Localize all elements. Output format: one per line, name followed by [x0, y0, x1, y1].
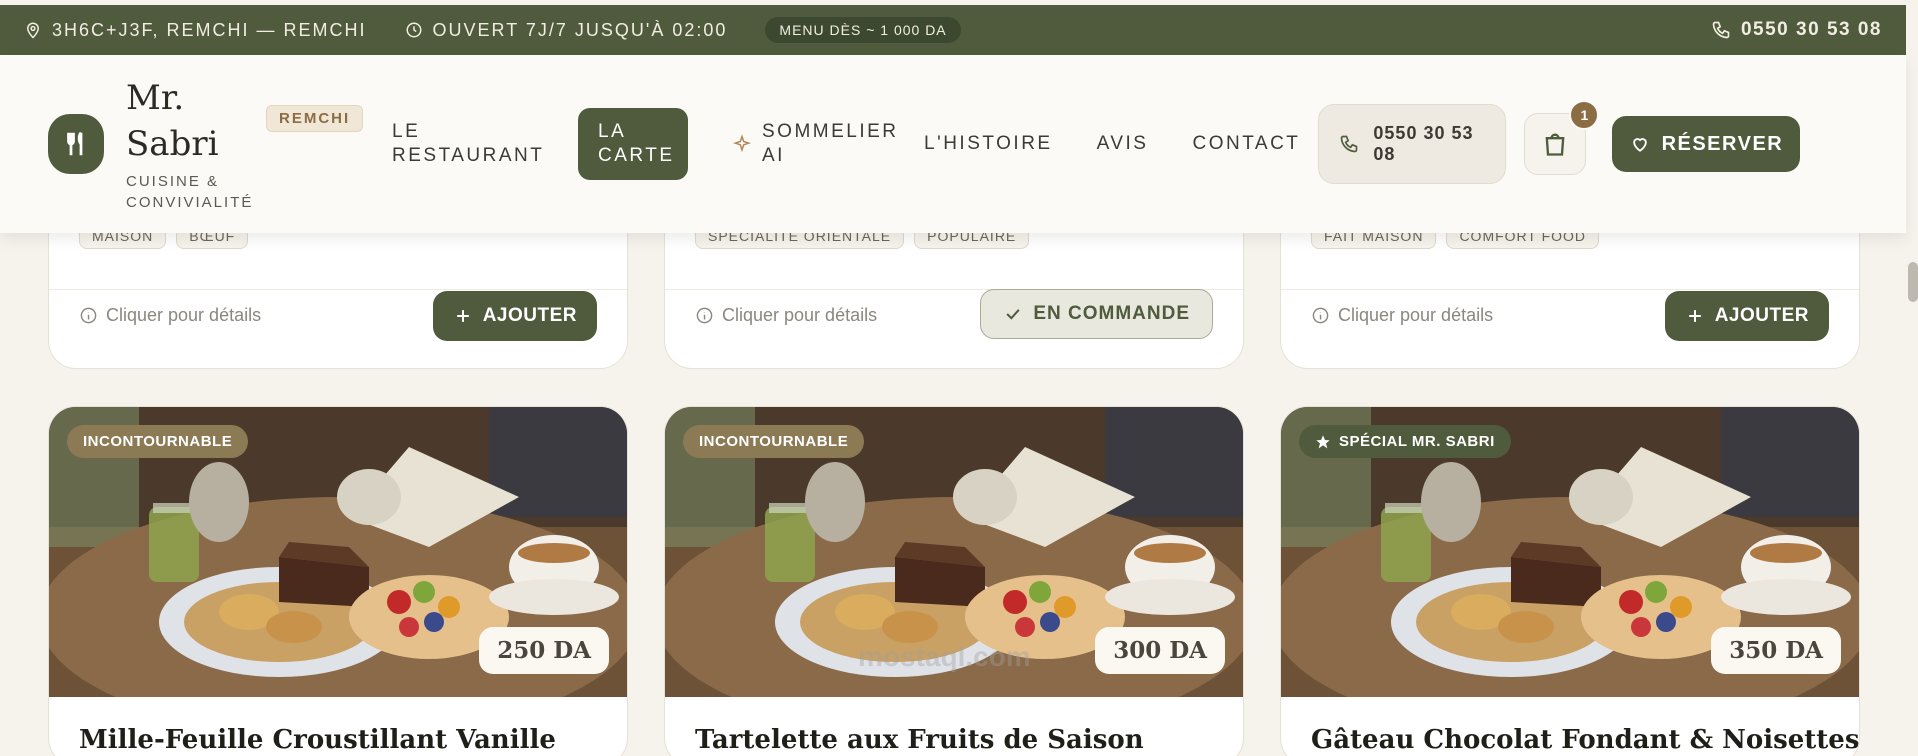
scrollbar-thumb[interactable] — [1908, 262, 1918, 302]
dessert-price: 300 DA — [1095, 627, 1225, 674]
card-divider — [1281, 289, 1859, 290]
top-info-bar: 3H6C+J3F, REMCHI — REMCHI OUVERT 7J/7 JU… — [0, 5, 1906, 55]
cart-count-badge: 1 — [1569, 100, 1600, 130]
main-header: Mr. Sabri CUISINE & CONVIVIALITÉ REMCHI … — [0, 55, 1906, 233]
clock-icon — [406, 22, 422, 38]
logo-name: Mr. Sabri — [126, 78, 219, 164]
location-tag: REMCHI — [266, 105, 364, 132]
card-divider — [49, 289, 627, 290]
dessert-title: Gâteau Chocolat Fondant & Noisettes — [1311, 725, 1860, 755]
info-icon — [80, 307, 97, 324]
reserve-label: RÉSERVER — [1661, 132, 1784, 155]
logo-subtitle: CUISINE & CONVIVIALITÉ — [126, 173, 254, 211]
dessert-card[interactable]: INCONTOURNABLE 300 DA Tartelette aux Fru… — [664, 406, 1244, 756]
dessert-title: Mille-Feuille Croustillant Vanille — [79, 725, 556, 755]
dessert-badge: INCONTOURNABLE — [683, 425, 865, 458]
header-phone-button[interactable]: 0550 30 53 08 — [1318, 104, 1507, 184]
details-link[interactable]: Cliquer pour détails — [1311, 305, 1493, 326]
header-phone-text: 0550 30 53 08 — [1373, 123, 1474, 164]
dessert-badge-label: SPÉCIAL MR. SABRI — [1339, 433, 1495, 450]
menu-price-badge: MENU DÈS ~ 1 000 DA — [765, 17, 961, 43]
phone-icon — [1712, 21, 1730, 39]
in-order-label: EN COMMANDE — [1033, 303, 1190, 324]
in-order-button[interactable]: EN COMMANDE — [980, 289, 1213, 339]
fork-knife-icon — [67, 131, 83, 156]
watermark: mostaql.com — [858, 641, 1031, 672]
topbar-phone-text: 0550 30 53 08 — [1740, 19, 1882, 40]
plus-icon — [1688, 310, 1701, 322]
address-text: 3H6C+J3F, REMCHI — REMCHI — [52, 19, 367, 40]
plus-icon — [456, 310, 469, 322]
details-link[interactable]: Cliquer pour détails — [79, 305, 261, 326]
dessert-badge: INCONTOURNABLE — [67, 425, 249, 458]
shopping-bag-icon — [1545, 133, 1565, 156]
logo[interactable]: Mr. Sabri CUISINE & CONVIVIALITÉ REMCHI — [126, 75, 364, 213]
details-text: Cliquer pour détails — [106, 305, 262, 325]
nav-histoire[interactable]: L'HISTOIRE — [924, 132, 1053, 156]
add-label: AJOUTER — [1714, 305, 1809, 326]
star-icon — [1316, 434, 1330, 448]
map-pin-icon — [26, 22, 40, 39]
nav-le-restaurant[interactable]: LE RESTAURANT — [392, 120, 542, 168]
nav-la-carte[interactable]: LA CARTE — [578, 108, 688, 180]
dessert-card[interactable]: INCONTOURNABLE 250 DA Mille-Feuille Crou… — [48, 406, 628, 756]
details-text: Cliquer pour détails — [722, 305, 878, 325]
details-link[interactable]: Cliquer pour détails — [695, 305, 877, 326]
sparkle-icon — [732, 134, 752, 153]
nav-contact[interactable]: CONTACT — [1192, 132, 1300, 156]
nav-sommelier-label: SOMMELIER AI — [762, 121, 899, 166]
hours-text: OUVERT 7J/7 JUSQU'À 02:00 — [432, 19, 728, 40]
logo-badge[interactable] — [48, 114, 104, 174]
add-to-order-button[interactable]: AJOUTER — [432, 291, 597, 341]
check-icon — [1006, 309, 1020, 320]
nav-sommelier-ai[interactable]: SOMMELIER AI — [732, 120, 899, 168]
phone-icon — [1341, 135, 1358, 153]
details-text: Cliquer pour détails — [1338, 305, 1494, 325]
reserve-button[interactable]: RÉSERVER — [1612, 116, 1801, 172]
info-icon — [696, 307, 713, 324]
dessert-title: Tartelette aux Fruits de Saison — [695, 725, 1144, 755]
dessert-price: 350 DA — [1711, 627, 1841, 674]
add-to-order-button[interactable]: AJOUTER — [1664, 291, 1829, 341]
address-info: 3H6C+J3F, REMCHI — REMCHI — [24, 20, 367, 41]
dessert-price: 250 DA — [479, 627, 609, 674]
heart-icon — [1632, 138, 1647, 152]
dessert-badge: SPÉCIAL MR. SABRI — [1299, 425, 1511, 458]
dessert-card[interactable]: SPÉCIAL MR. SABRI 350 DA Gâteau Chocolat… — [1280, 406, 1860, 756]
add-label: AJOUTER — [482, 305, 577, 326]
info-icon — [1312, 307, 1329, 324]
topbar-phone-link[interactable]: 0550 30 53 08 — [1711, 19, 1882, 41]
hours-info: OUVERT 7J/7 JUSQU'À 02:00 — [405, 20, 728, 41]
cart-button[interactable]: 1 — [1524, 100, 1600, 175]
main-nav: LE RESTAURANT LA CARTE SOMMELIER AI L'HI… — [392, 108, 1344, 180]
nav-avis[interactable]: AVIS — [1097, 132, 1149, 156]
